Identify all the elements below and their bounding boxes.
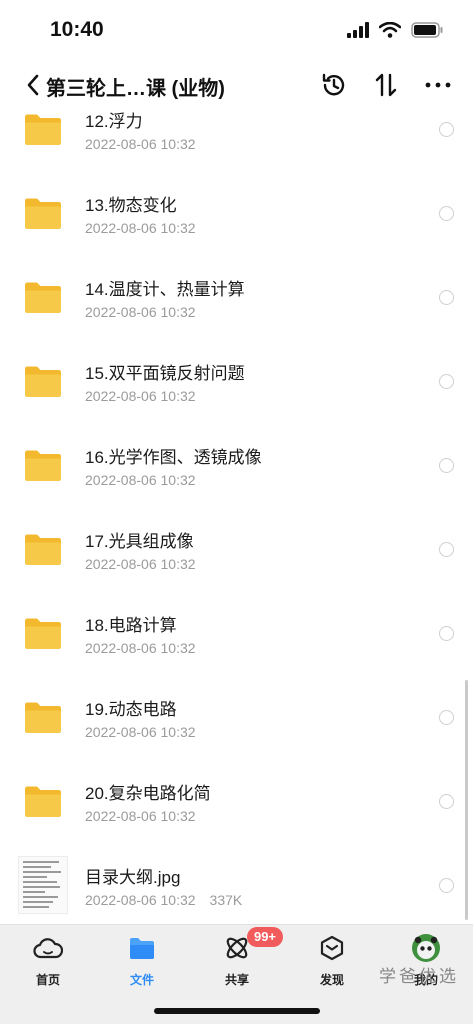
file-date: 2022-08-06 10:32 [85,640,196,656]
select-radio[interactable] [439,290,454,305]
home-indicator[interactable] [154,1008,320,1014]
select-radio[interactable] [439,542,454,557]
select-radio[interactable] [439,794,454,809]
file-name: 16.光学作图、透镜成像 [85,448,262,467]
file-row[interactable]: 12.浮力 2022-08-06 10:32 [0,110,473,169]
more-icon[interactable] [423,70,453,100]
tab-label: 文件 [129,973,154,987]
tab-home[interactable]: 首页 [18,933,78,993]
file-date: 2022-08-06 10:32 [85,808,196,824]
folder-icon [23,197,63,230]
file-name: 12.浮力 [85,112,143,131]
file-meta: 2022-08-06 10:32 [85,136,196,152]
file-name: 14.温度计、热量计算 [85,280,245,299]
file-meta: 2022-08-06 10:32 [85,388,196,404]
file-date: 2022-08-06 10:32 [85,472,196,488]
file-list[interactable]: 12.浮力 2022-08-06 10:32 13.物态变化 2022-08-06 1… [0,110,473,924]
folder-icon [127,933,157,963]
page-title: 第三轮上…课 (业物) [46,78,225,100]
file-size: 337K [209,892,243,908]
watermark: 学爸优选 [379,967,459,986]
tab-label: 共享 [224,973,249,987]
file-meta: 2022-08-06 10:32 [85,808,196,824]
file-meta: 2022-08-06 10:32 [85,220,196,236]
cloud-icon [33,933,63,963]
file-name: 15.双平面镜反射问题 [85,364,245,383]
chevron-left-icon[interactable] [24,72,44,98]
file-row[interactable]: 19.动态电路 2022-08-06 10:32 [0,673,473,757]
status-icons [347,21,443,43]
tab-label: 发现 [319,973,344,987]
status-time: 10:40 [50,18,104,41]
signal-icon [347,22,369,43]
file-meta: 2022-08-06 10:32 [85,472,196,488]
folder-icon [23,449,63,482]
avatar-icon [411,933,441,963]
file-name: 17.光具组成像 [85,532,194,551]
file-meta: 2022-08-06 10:32 [85,724,196,740]
file-name: 13.物态变化 [85,196,177,215]
file-row[interactable]: 13.物态变化 2022-08-06 10:32 [0,169,473,253]
file-date: 2022-08-06 10:32 [85,724,196,740]
file-date: 2022-08-06 10:32 [85,388,196,404]
battery-icon [411,22,443,43]
file-row[interactable]: 15.双平面镜反射问题 2022-08-06 10:32 [0,337,473,421]
file-date: 2022-08-06 10:32 [85,556,196,572]
folder-icon [23,701,63,734]
file-name: 目录大纲.jpg [85,868,181,887]
nav-bar: 第三轮上…课 (业物) [0,58,473,110]
select-radio[interactable] [439,710,454,725]
file-date: 2022-08-06 10:32 [85,220,196,236]
file-meta: 2022-08-06 10:32 [85,556,196,572]
tab-discover[interactable]: 发现 [302,933,362,993]
file-meta: 2022-08-06 10:32 337K [85,892,242,908]
folder-icon [23,281,63,314]
file-row[interactable]: 16.光学作图、透镜成像 2022-08-06 10:32 [0,421,473,505]
select-radio[interactable] [439,458,454,473]
scrollbar[interactable] [465,680,468,920]
tab-files[interactable]: 文件 [112,933,172,993]
file-row[interactable]: 18.电路计算 2022-08-06 10:32 [0,589,473,673]
file-name: 18.电路计算 [85,616,177,635]
wifi-icon [378,21,402,43]
folder-icon [23,785,63,818]
file-date: 2022-08-06 10:32 [85,304,196,320]
history-icon[interactable] [319,70,349,100]
file-row[interactable]: 20.复杂电路化简 2022-08-06 10:32 [0,757,473,841]
file-row[interactable]: 目录大纲.jpg 2022-08-06 10:32 337K [0,841,473,924]
nav-actions [319,70,453,100]
folder-icon [23,617,63,650]
file-date: 2022-08-06 10:32 [85,892,196,908]
file-meta: 2022-08-06 10:32 [85,304,196,320]
file-list-inner: 12.浮力 2022-08-06 10:32 13.物态变化 2022-08-06 1… [0,110,473,924]
file-row[interactable]: 17.光具组成像 2022-08-06 10:32 [0,505,473,589]
file-name: 19.动态电路 [85,700,177,719]
folder-icon [23,533,63,566]
file-row[interactable]: 14.温度计、热量计算 2022-08-06 10:32 [0,253,473,337]
image-thumbnail-icon [18,856,68,914]
select-radio[interactable] [439,122,454,137]
select-radio[interactable] [439,878,454,893]
file-date: 2022-08-06 10:32 [85,136,196,152]
sort-icon[interactable] [371,70,401,100]
file-meta: 2022-08-06 10:32 [85,640,196,656]
file-name: 20.复杂电路化简 [85,784,211,803]
folder-icon [23,113,63,146]
tab-label: 首页 [35,973,60,987]
select-radio[interactable] [439,206,454,221]
status-bar: 10:40 [0,0,473,58]
folder-icon [23,365,63,398]
select-radio[interactable] [439,374,454,389]
select-radio[interactable] [439,626,454,641]
notification-badge: 99+ [247,927,283,947]
discover-icon [317,933,347,963]
